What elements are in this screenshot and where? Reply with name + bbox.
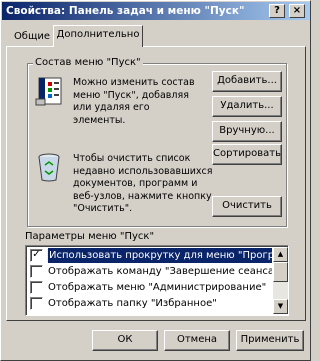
recycle-bin-icon [35, 151, 63, 183]
checkbox[interactable] [30, 297, 43, 310]
scroll-down-button[interactable]: ▼ [273, 299, 288, 314]
title-bar[interactable]: Свойства: Панель задач и меню "Пуск" [2, 2, 310, 20]
checkbox[interactable] [30, 265, 43, 278]
close-button[interactable]: × [289, 4, 305, 18]
cancel-button[interactable]: Отмена [164, 330, 230, 351]
scroll-up-button[interactable]: ▲ [273, 247, 288, 262]
window-title: Свойства: Панель задач и меню "Пуск" [6, 5, 245, 17]
list-item[interactable]: ✓ Использовать прокрутку для меню "Прогр… [28, 248, 272, 263]
ok-button[interactable]: ОК [92, 330, 158, 351]
checkbox[interactable]: ✓ [30, 249, 43, 262]
vertical-scrollbar[interactable]: ▲ ▼ [273, 247, 288, 314]
list-item[interactable]: Отображать команду "Завершение сеанса" [28, 264, 272, 279]
list-item-label: Отображать меню "Администрирование" [48, 282, 267, 293]
list-item-label: Использовать прокрутку для меню "Програм… [47, 248, 272, 263]
start-menu-description: Можно изменить состав меню "Пуск", добав… [73, 77, 195, 126]
add-button[interactable]: Добавить... [212, 71, 282, 92]
list-item[interactable]: Отображать папку "Избранное" [28, 296, 272, 311]
scroll-thumb[interactable] [273, 262, 288, 282]
list-item-label: Отображать команду "Завершение сеанса" [48, 266, 272, 277]
list-item[interactable]: Отображать меню "Администрирование" [28, 280, 272, 295]
start-menu-icon [35, 77, 65, 107]
options-label: Параметры меню "Пуск" [25, 231, 155, 242]
clear-description: Чтобы очистить список недавно использова… [73, 153, 213, 214]
manual-button[interactable]: Вручную... [212, 121, 282, 142]
sort-button[interactable]: Сортировать [212, 144, 282, 165]
clear-button[interactable]: Очистить [212, 196, 282, 217]
tab-advanced[interactable]: Дополнительно [53, 25, 143, 47]
checkbox[interactable] [30, 281, 43, 294]
tab-general[interactable]: Общие [11, 28, 53, 48]
list-item-label: Отображать папку "Избранное" [48, 298, 217, 309]
help-button[interactable]: ? [269, 4, 285, 18]
apply-button[interactable]: Применить [236, 330, 304, 351]
properties-dialog: Свойства: Панель задач и меню "Пуск" ? ×… [0, 0, 311, 361]
start-menu-group-label: Состав меню "Пуск" [33, 57, 143, 69]
options-listbox[interactable]: ✓ Использовать прокрутку для меню "Прогр… [25, 245, 289, 316]
remove-button[interactable]: Удалить... [212, 96, 282, 117]
